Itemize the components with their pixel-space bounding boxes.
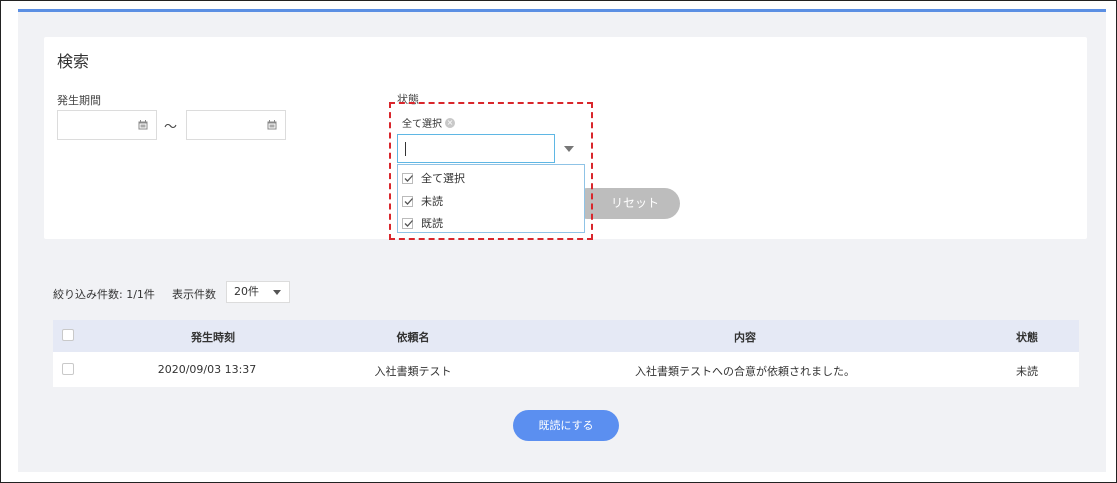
table-row[interactable]: 2020/09/03 13:37 入社書類テスト 入社書類テストへの合意が依頼さ…	[53, 352, 1079, 387]
cell-time: 2020/09/03 13:37	[157, 363, 257, 376]
range-tilde: ～	[164, 120, 178, 135]
reset-label: リセット	[610, 196, 659, 210]
option-label: 未読	[421, 195, 443, 208]
status-chip[interactable]: 全て選択 ×	[402, 115, 455, 130]
row-checkbox[interactable]	[62, 363, 74, 375]
option-read[interactable]: 既読	[402, 215, 443, 231]
status-search-input[interactable]	[397, 134, 555, 163]
table-header: 発生時刻 依頼名 内容 状態	[53, 320, 1079, 352]
option-label: 全て選択	[421, 172, 465, 185]
option-select-all[interactable]: 全て選択	[402, 170, 465, 186]
calendar-icon[interactable]	[267, 120, 277, 130]
select-all-checkbox[interactable]	[62, 329, 74, 341]
chevron-down-icon	[273, 290, 281, 295]
option-label: 既読	[421, 217, 443, 230]
period-label: 発生期間	[57, 94, 101, 107]
cell-content: 入社書類テストへの合意が依頼されました。	[635, 365, 855, 378]
header-time[interactable]: 発生時刻	[191, 329, 235, 345]
per-page-select[interactable]: 20件	[226, 281, 290, 303]
per-page-value: 20件	[234, 285, 259, 298]
calendar-icon[interactable]	[138, 120, 148, 130]
cell-status: 未読	[1016, 365, 1038, 378]
header-content[interactable]: 内容	[734, 329, 756, 345]
per-page-label: 表示件数	[172, 288, 216, 301]
status-chip-label: 全て選択	[402, 119, 442, 130]
header-status[interactable]: 状態	[1016, 329, 1038, 345]
reset-button[interactable]: リセット	[572, 188, 680, 219]
start-date-input[interactable]	[57, 110, 157, 140]
checkbox-checked-icon[interactable]	[402, 172, 413, 184]
text-caret	[405, 142, 406, 156]
result-count: 絞り込み件数: 1/1件	[53, 288, 155, 301]
search-title: 検索	[57, 52, 90, 71]
chip-remove-icon[interactable]: ×	[445, 117, 455, 128]
status-dropdown-menu: 全て選択 未読 既読	[397, 164, 585, 233]
cell-name: 入社書類テスト	[374, 365, 452, 378]
header-name[interactable]: 依頼名	[397, 329, 430, 345]
checkbox-checked-icon[interactable]	[402, 217, 413, 229]
mark-read-button[interactable]: 既読にする	[513, 410, 619, 441]
status-label: 状態	[397, 93, 419, 106]
end-date-input[interactable]	[186, 110, 286, 140]
checkbox-checked-icon[interactable]	[402, 195, 413, 207]
option-unread[interactable]: 未読	[402, 193, 443, 209]
dropdown-arrow-icon[interactable]	[564, 146, 574, 152]
